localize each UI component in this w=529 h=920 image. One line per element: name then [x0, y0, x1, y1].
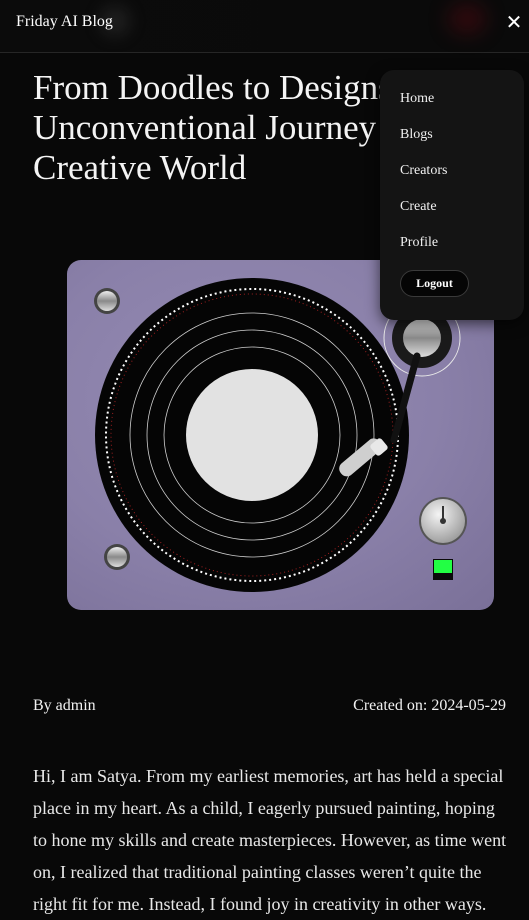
screw-bottom-left: [104, 544, 130, 570]
menu-item-blogs[interactable]: Blogs: [400, 127, 433, 143]
power-indicator: [433, 559, 453, 580]
menu-item-profile[interactable]: Profile: [400, 235, 438, 251]
menu-item-creators[interactable]: Creators: [400, 163, 447, 179]
top-bar: Friday AI Blog ✕: [0, 0, 529, 53]
menu-item-create[interactable]: Create: [400, 199, 437, 215]
post-author: By admin: [33, 697, 96, 714]
vinyl-record: [95, 278, 409, 592]
close-icon[interactable]: ✕: [502, 8, 526, 36]
logout-button[interactable]: Logout: [400, 270, 469, 297]
post-date: Created on: 2024-05-29: [353, 697, 506, 714]
header-glow-right: [448, 4, 486, 34]
site-brand[interactable]: Friday AI Blog: [16, 13, 113, 31]
record-label: [186, 369, 318, 501]
nav-dropdown-menu: Home Blogs Creators Create Profile Logou…: [380, 70, 524, 320]
screw-top-left: [94, 288, 120, 314]
volume-dial: [419, 497, 467, 545]
menu-item-home[interactable]: Home: [400, 91, 434, 107]
post-body: Hi, I am Satya. From my earliest memorie…: [33, 766, 507, 914]
